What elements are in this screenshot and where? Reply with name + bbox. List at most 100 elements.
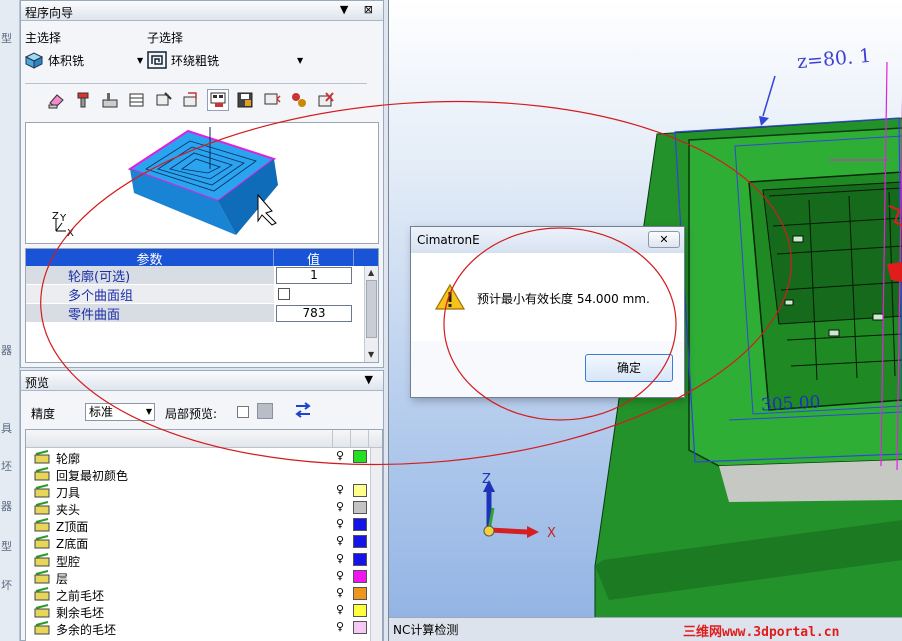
- precision-select[interactable]: 标准 ▼: [85, 403, 155, 421]
- save-params-icon[interactable]: [234, 89, 256, 111]
- strip-label[interactable]: 器: [1, 342, 12, 358]
- layer-color-swatch[interactable]: [353, 620, 367, 634]
- visibility-bulb-icon[interactable]: ♀: [336, 603, 344, 616]
- close-button[interactable]: ✕: [648, 231, 680, 248]
- layer-row[interactable]: 层 ♀: [26, 568, 382, 586]
- layer-list-scrollbar[interactable]: [370, 448, 382, 641]
- status-text: NC计算检测: [393, 623, 459, 637]
- table-settings-icon[interactable]: [126, 89, 148, 111]
- scroll-down-icon[interactable]: ▼: [368, 350, 374, 359]
- layer-color-swatch[interactable]: [353, 535, 367, 549]
- tool-path-icon[interactable]: [99, 89, 121, 111]
- visibility-bulb-icon[interactable]: ♀: [336, 500, 344, 513]
- preview-title: 预览: [25, 376, 50, 390]
- dialog-body: 预计最小有效长度 54.000 mm.: [411, 253, 684, 341]
- layer-row[interactable]: 回复最初颜色: [26, 465, 382, 483]
- parameters-table-icon[interactable]: [207, 89, 229, 111]
- layer-row[interactable]: 之前毛坯 ♀: [26, 585, 382, 603]
- strip-label[interactable]: 坏: [1, 577, 12, 593]
- layer-color-swatch[interactable]: [353, 501, 367, 515]
- visibility-bulb-icon[interactable]: ♀: [336, 620, 344, 633]
- exit-wizard-icon[interactable]: [315, 89, 337, 111]
- dialog-title-bar[interactable]: CimatronE ✕: [411, 227, 684, 253]
- scroll-up-icon[interactable]: ▲: [368, 268, 374, 277]
- layer-color-swatch[interactable]: [353, 450, 367, 463]
- scroll-thumb[interactable]: [366, 280, 377, 338]
- param-row[interactable]: 轮廓(可选) 1: [26, 266, 378, 285]
- param-name: 轮廓(可选): [26, 266, 274, 285]
- contour-icon: [34, 450, 50, 464]
- wizard-title-bar: 程序向导 ▼ ⊠: [21, 1, 383, 21]
- main-select-dropdown-icon[interactable]: ▼: [137, 56, 143, 65]
- layer-list-header: [26, 430, 382, 448]
- layer-row[interactable]: 轮廓 ♀: [26, 448, 382, 466]
- strip-label[interactable]: 具: [1, 420, 12, 436]
- layer-row[interactable]: 剩余毛坯 ♀: [26, 602, 382, 620]
- layer-color-swatch[interactable]: [353, 518, 367, 532]
- layer-row[interactable]: 夹头 ♀: [26, 499, 382, 517]
- layer-label: 多余的毛坯: [56, 622, 117, 637]
- load-params-icon[interactable]: [261, 89, 283, 111]
- layer-color-swatch[interactable]: [353, 552, 367, 566]
- strip-label[interactable]: 型: [1, 538, 12, 554]
- restore-color-icon: [34, 467, 50, 481]
- layer-color-swatch[interactable]: [353, 586, 367, 600]
- color-column[interactable]: [350, 430, 368, 448]
- layer-row[interactable]: 多余的毛坯 ♀: [26, 619, 382, 637]
- grid-scrollbar[interactable]: ▲ ▼: [364, 266, 378, 362]
- param-row[interactable]: 多个曲面组: [26, 285, 378, 304]
- precision-label: 精度: [31, 407, 56, 421]
- local-preview-checkbox[interactable]: [237, 406, 249, 418]
- sub-select-combo[interactable]: 环绕粗铣: [147, 49, 307, 71]
- machine-params-icon[interactable]: [153, 89, 175, 111]
- local-preview-button[interactable]: [257, 403, 273, 419]
- left-dock-strip: 型 器 具 坯 器 型 坏: [0, 0, 20, 641]
- visibility-bulb-icon[interactable]: ♀: [336, 483, 344, 496]
- visibility-bulb-icon[interactable]: ♀: [336, 552, 344, 565]
- swap-arrows-icon[interactable]: [293, 400, 313, 420]
- layer-color-swatch[interactable]: [353, 569, 367, 583]
- wizard-title-buttons[interactable]: ▼ ⊠: [340, 3, 379, 16]
- axis-z-label: Z: [482, 472, 491, 487]
- param-value-field[interactable]: 1: [276, 267, 352, 284]
- program-wizard-panel: 程序向导 ▼ ⊠ 主选择 体积铣 ▼ 子选择 环绕粗铣 ▼ Z Y X 参数 值…: [20, 0, 384, 368]
- shade-column[interactable]: [368, 430, 382, 448]
- visibility-bulb-icon[interactable]: ♀: [336, 586, 344, 599]
- layer-row[interactable]: Z底面 ♀: [26, 533, 382, 551]
- layer-row[interactable]: 型腔 ♀: [26, 551, 382, 569]
- visibility-bulb-icon[interactable]: ♀: [336, 534, 344, 547]
- param-checkbox[interactable]: [278, 288, 290, 300]
- wizard-title: 程序向导: [25, 6, 74, 20]
- motion-params-icon[interactable]: [180, 89, 202, 111]
- precision-value: 标准: [89, 405, 114, 419]
- visibility-bulb-icon[interactable]: ♀: [336, 517, 344, 530]
- layer-row[interactable]: Z顶面 ♀: [26, 516, 382, 534]
- layer-color-swatch[interactable]: [353, 484, 367, 498]
- layer-row[interactable]: 刀具 ♀: [26, 482, 382, 500]
- sub-select-label: 子选择: [147, 31, 184, 45]
- ok-button[interactable]: 确定: [585, 354, 673, 382]
- visibility-bulb-icon[interactable]: ♀: [336, 449, 344, 462]
- param-value-field[interactable]: 783: [276, 305, 352, 322]
- strip-label[interactable]: 器: [1, 498, 12, 514]
- main-select-value: 体积铣: [48, 53, 85, 68]
- operation-preview-image: Z Y X: [25, 122, 379, 244]
- chevron-down-icon[interactable]: ▼: [146, 404, 152, 420]
- visibility-bulb-icon[interactable]: ♀: [336, 569, 344, 582]
- separator: [25, 83, 367, 84]
- strip-label[interactable]: 坯: [1, 458, 12, 474]
- cutter-icon[interactable]: [72, 89, 94, 111]
- layer-color-swatch[interactable]: [353, 603, 367, 617]
- z-top-icon: [34, 518, 50, 532]
- sub-select-dropdown-icon[interactable]: ▼: [297, 56, 303, 65]
- visibility-column[interactable]: [332, 430, 350, 448]
- eraser-icon[interactable]: [45, 89, 67, 111]
- layer-icon: [34, 569, 50, 584]
- z-bottom-icon: [34, 535, 50, 549]
- main-select-label: 主选择: [25, 31, 62, 45]
- strip-label[interactable]: 型: [1, 30, 12, 46]
- tool-params-icon[interactable]: [288, 89, 310, 111]
- main-select-combo[interactable]: 体积铣: [24, 49, 146, 71]
- param-row[interactable]: 零件曲面 783: [26, 304, 378, 323]
- pin-icon[interactable]: ▼: [365, 373, 379, 386]
